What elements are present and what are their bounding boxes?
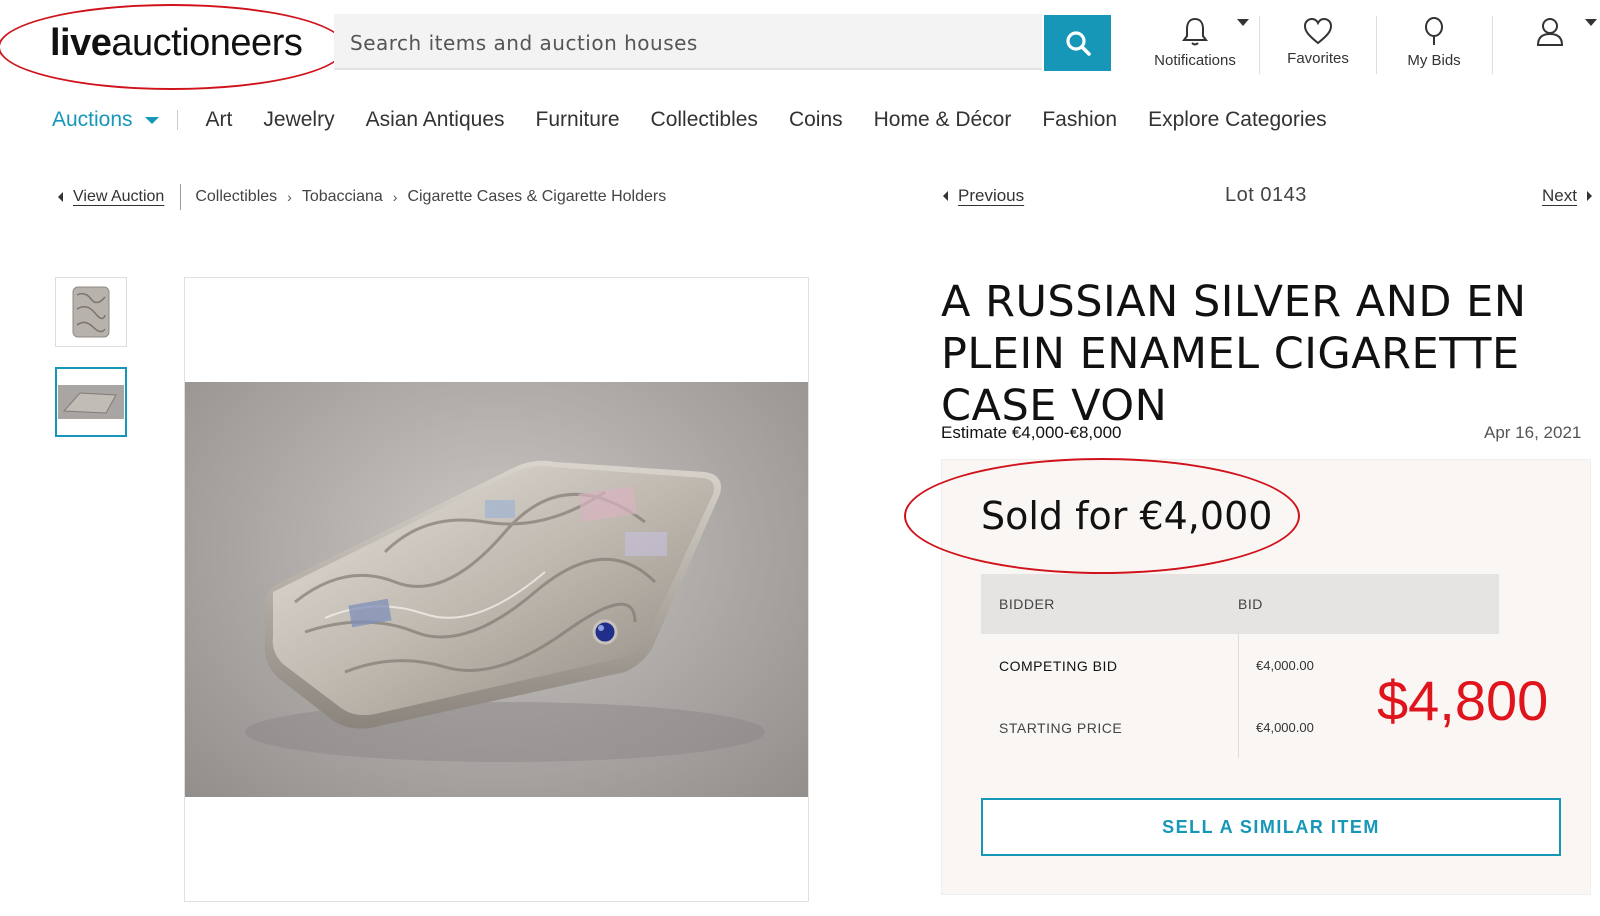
chevron-right-icon: › xyxy=(287,189,292,205)
favorites-label: Favorites xyxy=(1287,50,1349,67)
bidder-cell: COMPETING BID xyxy=(999,658,1118,674)
search-input[interactable] xyxy=(350,27,1010,59)
thumbnail-1[interactable] xyxy=(55,277,127,347)
next-label: Next xyxy=(1542,186,1577,205)
account-button[interactable] xyxy=(1530,16,1570,76)
chevron-down-icon[interactable] xyxy=(1584,18,1598,28)
notifications-label: Notifications xyxy=(1154,52,1236,69)
lot-title: A RUSSIAN SILVER AND EN PLEIN ENAMEL CIG… xyxy=(941,277,1527,431)
bid-cell: €4,000.00 xyxy=(1256,658,1314,673)
caret-right-icon xyxy=(1586,191,1592,201)
category-nav: Auctions Art Jewelry Asian Antiques Furn… xyxy=(52,108,1358,132)
header-divider xyxy=(1492,16,1493,74)
annotation-circle-sold-price xyxy=(904,458,1300,574)
bid-cell: €4,000.00 xyxy=(1256,720,1314,735)
nav-jewelry[interactable]: Jewelry xyxy=(263,108,334,132)
heart-icon xyxy=(1303,17,1333,45)
bidder-cell: STARTING PRICE xyxy=(999,720,1123,736)
next-lot-link[interactable]: Next xyxy=(1542,186,1592,206)
estimate-text: Estimate €4,000-€8,000 xyxy=(941,423,1122,442)
header-divider xyxy=(1376,16,1377,74)
nav-fashion[interactable]: Fashion xyxy=(1042,108,1117,132)
header-divider xyxy=(1259,16,1260,74)
breadcrumb-collectibles[interactable]: Collectibles xyxy=(195,188,277,206)
notifications-button[interactable]: Notifications xyxy=(1140,16,1250,76)
bid-column-header: BID xyxy=(1238,596,1263,612)
caret-down-icon xyxy=(144,116,159,124)
cigarette-case-front-thumbnail xyxy=(72,286,110,338)
view-auction-link[interactable]: View Auction xyxy=(73,188,164,206)
nav-home-decor[interactable]: Home & Décor xyxy=(874,108,1012,132)
annotation-circle-logo xyxy=(0,4,346,90)
cigarette-case-image xyxy=(245,460,765,762)
nav-auctions[interactable]: Auctions xyxy=(52,108,159,132)
user-icon xyxy=(1536,18,1564,46)
nav-explore-categories[interactable]: Explore Categories xyxy=(1148,108,1327,132)
annotation-usd-price: $4,800 xyxy=(1377,669,1549,732)
bid-table-header: BIDDER BID xyxy=(981,574,1499,634)
nav-art[interactable]: Art xyxy=(206,108,233,132)
search-button[interactable] xyxy=(1044,15,1111,71)
breadcrumb-divider xyxy=(180,184,182,210)
nav-furniture[interactable]: Furniture xyxy=(536,108,620,132)
breadcrumb: View Auction Collectibles › Tobacciana ›… xyxy=(58,184,666,210)
bidder-column-header: BIDDER xyxy=(999,596,1055,612)
thumbnail-2[interactable] xyxy=(55,367,127,437)
sell-similar-item-button[interactable]: SELL A SIMILAR ITEM xyxy=(981,798,1561,856)
nav-auctions-label: Auctions xyxy=(52,108,133,131)
cigarette-case-angle-thumbnail xyxy=(58,385,124,419)
nav-collectibles[interactable]: Collectibles xyxy=(651,108,758,132)
auction-date: Apr 16, 2021 xyxy=(1484,423,1582,442)
previous-label: Previous xyxy=(958,186,1025,205)
caret-left-icon xyxy=(943,191,948,201)
lot-number: Lot 0143 xyxy=(1225,184,1307,206)
chevron-down-icon[interactable] xyxy=(1236,18,1250,28)
nav-asian-antiques[interactable]: Asian Antiques xyxy=(366,108,505,132)
breadcrumb-tobacciana[interactable]: Tobacciana xyxy=(302,188,383,206)
main-image-frame[interactable] xyxy=(184,277,809,902)
my-bids-button[interactable]: My Bids xyxy=(1384,16,1484,76)
main-product-photo xyxy=(185,382,808,797)
column-divider xyxy=(1238,634,1239,758)
breadcrumb-cigarette-cases[interactable]: Cigarette Cases & Cigarette Holders xyxy=(407,188,666,206)
caret-left-icon xyxy=(58,192,63,202)
paddle-icon xyxy=(1425,17,1443,45)
previous-lot-link[interactable]: Previous xyxy=(943,186,1024,206)
chevron-right-icon: › xyxy=(392,189,398,205)
favorites-button[interactable]: Favorites xyxy=(1268,16,1368,76)
search-icon xyxy=(1065,31,1091,56)
nav-coins[interactable]: Coins xyxy=(789,108,843,132)
my-bids-label: My Bids xyxy=(1407,52,1461,69)
nav-divider xyxy=(176,110,178,130)
bell-icon xyxy=(1182,17,1208,46)
